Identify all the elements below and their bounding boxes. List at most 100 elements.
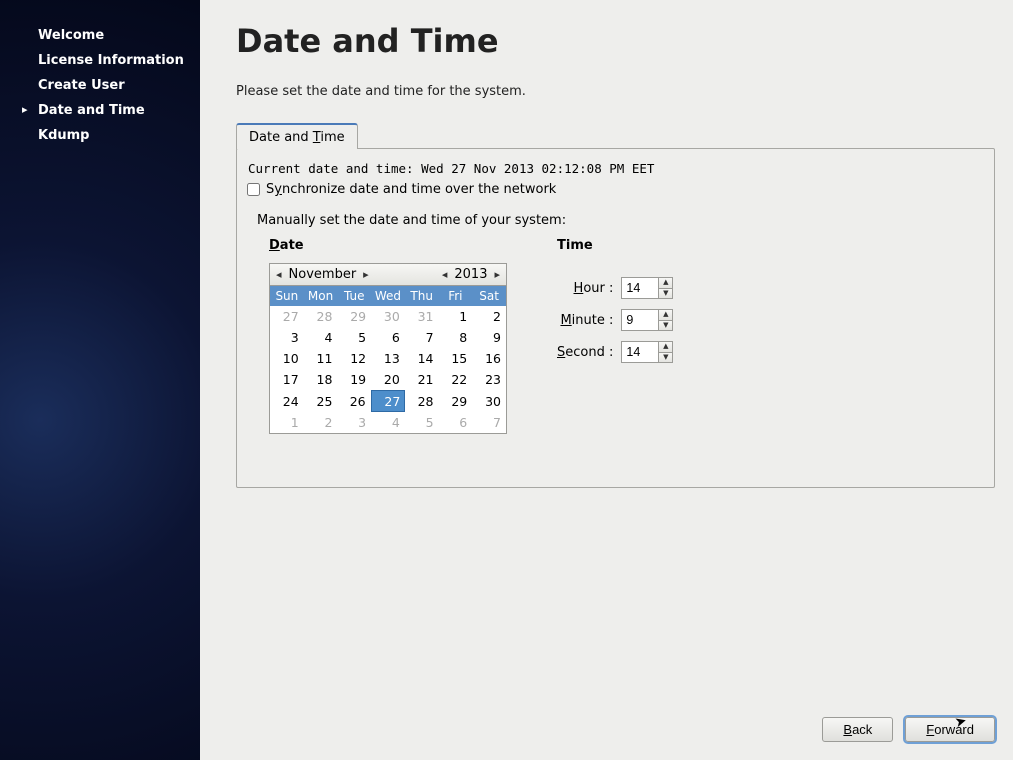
- sync-network-label[interactable]: Synchronize date and time over the netwo…: [266, 182, 556, 197]
- calendar-day[interactable]: 25: [304, 391, 338, 412]
- next-month-button[interactable]: ▸: [361, 268, 371, 281]
- second-spinner[interactable]: ▲▼: [621, 341, 673, 363]
- calendar-day[interactable]: 8: [439, 327, 473, 348]
- calendar-day[interactable]: 17: [270, 369, 304, 391]
- manual-set-label: Manually set the date and time of your s…: [257, 213, 984, 228]
- calendar-day[interactable]: 10: [270, 348, 304, 369]
- prev-year-button[interactable]: ◂: [440, 268, 450, 281]
- sidebar-item-kdump[interactable]: Kdump: [0, 124, 200, 149]
- sync-network-checkbox[interactable]: [247, 183, 260, 196]
- sidebar-item-license-information[interactable]: License Information: [0, 49, 200, 74]
- hour-u: H: [574, 281, 584, 296]
- tab-date-and-time[interactable]: Date and Time: [236, 123, 358, 149]
- calendar-day[interactable]: 24: [270, 391, 304, 412]
- calendar: ◂ November ▸ ◂ 2013 ▸ SunMonTueWedT: [269, 263, 507, 434]
- minute-up-button[interactable]: ▲: [659, 310, 672, 321]
- back-button[interactable]: Back: [822, 717, 893, 742]
- calendar-day: 27: [270, 306, 304, 327]
- hour-spinner[interactable]: ▲▼: [621, 277, 673, 299]
- calendar-day[interactable]: 27: [371, 391, 405, 412]
- page-title: Date and Time: [236, 22, 995, 60]
- calendar-day: 7: [472, 412, 506, 434]
- calendar-day[interactable]: 12: [337, 348, 371, 369]
- calendar-day[interactable]: 9: [472, 327, 506, 348]
- second-up-button[interactable]: ▲: [659, 342, 672, 353]
- calendar-day[interactable]: 20: [371, 369, 405, 391]
- minute-u: M: [560, 313, 571, 328]
- calendar-day[interactable]: 26: [337, 391, 371, 412]
- calendar-day[interactable]: 15: [439, 348, 473, 369]
- back-u: B: [843, 722, 852, 737]
- calendar-day[interactable]: 7: [405, 327, 439, 348]
- calendar-day[interactable]: 18: [304, 369, 338, 391]
- hour-down-button[interactable]: ▼: [659, 289, 672, 299]
- calendar-day: 28: [304, 306, 338, 327]
- second-input[interactable]: [622, 342, 658, 362]
- sidebar-item-welcome[interactable]: Welcome: [0, 24, 200, 49]
- time-header: Time: [557, 238, 673, 253]
- calendar-day[interactable]: 30: [472, 391, 506, 412]
- calendar-year[interactable]: 2013: [452, 267, 489, 282]
- calendar-day[interactable]: 4: [304, 327, 338, 348]
- minute-label: Minute :: [557, 313, 613, 328]
- calendar-grid: SunMonTueWedThuFriSat 272829303112345678…: [270, 286, 506, 433]
- calendar-day: 31: [405, 306, 439, 327]
- minute-input[interactable]: [622, 310, 658, 330]
- date-section: Date ◂ November ▸ ◂ 2013: [269, 238, 507, 434]
- calendar-day[interactable]: 14: [405, 348, 439, 369]
- time-section: Time Hour : ▲▼ Minute : ▲▼ Second :: [557, 238, 673, 434]
- calendar-day: 4: [371, 412, 405, 434]
- forward-post: orward: [934, 722, 974, 737]
- calendar-day[interactable]: 1: [439, 306, 473, 327]
- sidebar-item-date-and-time[interactable]: Date and Time: [0, 99, 200, 124]
- current-datetime-value: Wed 27 Nov 2013 02:12:08 PM EET: [421, 161, 654, 176]
- calendar-day[interactable]: 22: [439, 369, 473, 391]
- weekday-header: Mon: [304, 286, 338, 306]
- hour-label: Hour :: [557, 281, 613, 296]
- calendar-day[interactable]: 13: [371, 348, 405, 369]
- footer-buttons: Back Forward: [822, 717, 995, 742]
- current-datetime-label: Current date and time:: [248, 161, 414, 176]
- calendar-day[interactable]: 23: [472, 369, 506, 391]
- tab-panel: Current date and time: Wed 27 Nov 2013 0…: [236, 148, 995, 488]
- hour-up-button[interactable]: ▲: [659, 278, 672, 289]
- second-post: econd :: [565, 345, 613, 360]
- calendar-day[interactable]: 19: [337, 369, 371, 391]
- calendar-day[interactable]: 11: [304, 348, 338, 369]
- calendar-day[interactable]: 3: [270, 327, 304, 348]
- calendar-day[interactable]: 2: [472, 306, 506, 327]
- calendar-day: 1: [270, 412, 304, 434]
- hour-input[interactable]: [622, 278, 658, 298]
- weekday-header: Tue: [337, 286, 371, 306]
- next-year-button[interactable]: ▸: [492, 268, 502, 281]
- sync-post: nchronize date and time over the network: [282, 182, 556, 197]
- calendar-day: 30: [371, 306, 405, 327]
- date-header-u: D: [269, 238, 280, 253]
- hour-post: our :: [583, 281, 613, 296]
- calendar-day: 2: [304, 412, 338, 434]
- weekday-header: Sun: [270, 286, 304, 306]
- calendar-day[interactable]: 16: [472, 348, 506, 369]
- minute-spinner[interactable]: ▲▼: [621, 309, 673, 331]
- second-down-button[interactable]: ▼: [659, 353, 672, 363]
- calendar-day[interactable]: 29: [439, 391, 473, 412]
- calendar-day: 5: [405, 412, 439, 434]
- weekday-header: Sat: [472, 286, 506, 306]
- sync-u: y: [274, 182, 282, 197]
- tab-label-post: ime: [320, 130, 344, 145]
- prev-month-button[interactable]: ◂: [274, 268, 284, 281]
- sidebar-item-create-user[interactable]: Create User: [0, 74, 200, 99]
- page-subtitle: Please set the date and time for the sys…: [236, 84, 995, 99]
- minute-down-button[interactable]: ▼: [659, 321, 672, 331]
- calendar-day[interactable]: 21: [405, 369, 439, 391]
- date-header: Date: [269, 238, 507, 253]
- calendar-day[interactable]: 6: [371, 327, 405, 348]
- calendar-day[interactable]: 5: [337, 327, 371, 348]
- date-header-post: ate: [280, 238, 304, 253]
- calendar-day[interactable]: 28: [405, 391, 439, 412]
- second-label: Second :: [557, 345, 613, 360]
- forward-button[interactable]: Forward: [905, 717, 995, 742]
- sidebar: WelcomeLicense InformationCreate UserDat…: [0, 0, 200, 760]
- calendar-month[interactable]: November: [287, 267, 359, 282]
- current-datetime: Current date and time: Wed 27 Nov 2013 0…: [247, 161, 984, 176]
